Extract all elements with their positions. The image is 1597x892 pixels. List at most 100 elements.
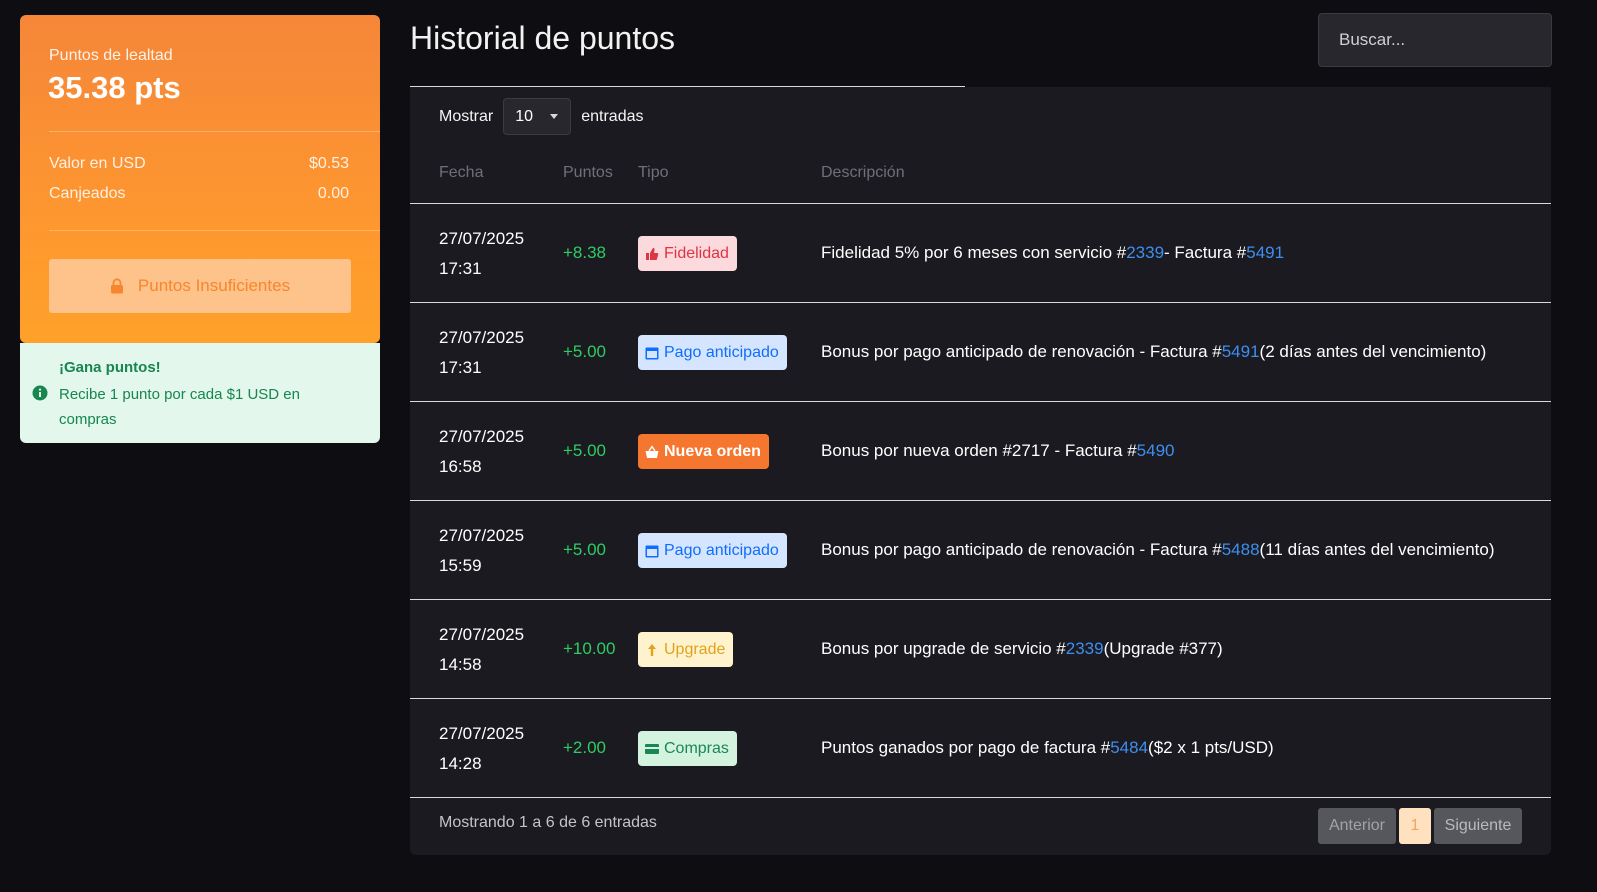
length-prefix: Mostrar [439, 107, 494, 125]
basket-icon [645, 444, 659, 459]
earn-points-box: ¡Gana puntos! Recibe 1 punto por cada $1… [20, 343, 380, 443]
column-header-type[interactable]: Tipo [638, 164, 669, 182]
date-cell: 27/07/2025 16:58 [439, 422, 524, 482]
entries-select-value: 10 [515, 107, 534, 125]
date-text: 27/07/2025 [439, 625, 525, 644]
service-or-invoice-link[interactable]: 5484 [1110, 738, 1148, 758]
points-cell: +5.00 [563, 342, 607, 361]
earn-text: Recibe 1 punto por cada $1 USD en compra… [59, 386, 300, 428]
info-circle-icon [32, 385, 48, 401]
type-badge: Nueva orden [638, 434, 769, 469]
points-cell: +2.00 [563, 738, 607, 757]
entries-select[interactable]: 10 [503, 98, 572, 135]
type-badge-label: Pago anticipado [664, 343, 779, 361]
usd-value-label: Valor en USD [49, 155, 146, 172]
redeemed-amount: 0.00 [317, 185, 349, 202]
description-text: (Upgrade #377) [1103, 639, 1223, 658]
description-cell: Bonus por pago anticipado de renovación … [821, 303, 1486, 401]
usd-value-row: Valor en USD $0.53 [49, 155, 349, 173]
description-text: Bonus por upgrade de servicio # [821, 639, 1066, 658]
pagination-next[interactable]: Siguiente [1434, 808, 1522, 844]
time-text: 17:31 [439, 358, 482, 377]
points-cell: +5.00 [563, 540, 607, 559]
table-info: Mostrando 1 a 6 de 6 entradas [439, 814, 657, 831]
table-row: 27/07/2025 15:59 +5.00 Pago anticipado B… [410, 501, 1551, 600]
type-badge: Pago anticipado [638, 335, 787, 370]
table-row: 27/07/2025 16:58 +5.00 Nueva orden Bonus… [410, 402, 1551, 501]
redeemed-label: Canjeados [49, 185, 126, 202]
time-text: 14:58 [439, 655, 482, 674]
pagination: Anterior 1 Siguiente [1318, 808, 1522, 844]
table-row: 27/07/2025 14:28 +2.00 Compras Puntos ga… [410, 699, 1551, 798]
redeemed-row: Canjeados 0.00 [49, 185, 349, 203]
date-text: 27/07/2025 [439, 427, 525, 446]
arrow-up-icon [645, 643, 659, 657]
table-row: 27/07/2025 17:31 +8.38 Fidelidad Fidelid… [410, 204, 1551, 303]
service-or-invoice-link[interactable]: 2339 [1066, 639, 1104, 659]
search-input[interactable] [1318, 13, 1552, 67]
time-text: 16:58 [439, 457, 482, 476]
description-text: Bonus por nueva orden #2717 - Factura # [821, 441, 1137, 460]
earn-title: ¡Gana puntos! [59, 359, 161, 376]
description-cell: Fidelidad 5% por 6 meses con servicio #2… [821, 204, 1284, 302]
service-or-invoice-link[interactable]: 5490 [1137, 441, 1175, 461]
type-badge-label: Nueva orden [664, 442, 761, 460]
length-suffix: entradas [581, 107, 644, 125]
type-badge: Compras [638, 731, 737, 766]
service-or-invoice-link[interactable]: 5488 [1222, 540, 1260, 560]
divider [49, 131, 380, 132]
service-or-invoice-link[interactable]: 2339 [1126, 243, 1164, 263]
points-cell: +5.00 [563, 441, 607, 460]
description-text: Bonus por pago anticipado de renovación … [821, 342, 1222, 361]
page-title: Historial de puntos [410, 20, 676, 56]
type-badge-label: Compras [664, 739, 729, 757]
entries-length-control: Mostrar 10 entradas [439, 98, 644, 135]
table-row: 27/07/2025 14:58 +10.00 Upgrade Bonus po… [410, 600, 1551, 699]
description-cell: Bonus por nueva orden #2717 - Factura #5… [821, 402, 1174, 500]
description-text: Fidelidad 5% por 6 meses con servicio # [821, 243, 1127, 262]
type-badge-label: Fidelidad [664, 244, 729, 262]
description-cell: Puntos ganados por pago de factura #5484… [821, 699, 1274, 797]
column-header-description[interactable]: Descripción [821, 164, 905, 182]
time-text: 15:59 [439, 556, 482, 575]
invoice-link[interactable]: 5491 [1246, 243, 1284, 263]
type-badge: Upgrade [638, 632, 734, 667]
service-or-invoice-link[interactable]: 5491 [1222, 342, 1260, 362]
description-cell: Bonus por upgrade de servicio #2339 (Upg… [821, 600, 1223, 698]
column-header-points[interactable]: Puntos [563, 164, 613, 182]
description-text: - Factura # [1164, 243, 1247, 262]
type-badge: Pago anticipado [638, 533, 787, 568]
calendar-icon [645, 346, 659, 360]
pagination-previous[interactable]: Anterior [1318, 808, 1396, 844]
chevron-down-icon [550, 114, 559, 119]
loyalty-card: Puntos de lealtad 35.38 pts Valor en USD… [20, 15, 380, 343]
redeem-button-label: Puntos Insuficientes [137, 276, 291, 295]
points-cell: +8.38 [563, 243, 607, 262]
description-cell: Bonus por pago anticipado de renovación … [821, 501, 1495, 599]
description-text: (2 días antes del vencimiento) [1259, 342, 1487, 361]
date-text: 27/07/2025 [439, 724, 525, 743]
description-text: ($2 x 1 pts/USD) [1148, 738, 1274, 757]
date-cell: 27/07/2025 15:59 [439, 521, 524, 581]
pagination-page-1[interactable]: 1 [1399, 808, 1431, 844]
divider [49, 230, 380, 231]
date-cell: 27/07/2025 17:31 [439, 323, 524, 383]
date-text: 27/07/2025 [439, 328, 525, 347]
thumbs-up-icon [645, 247, 659, 261]
description-text: Puntos ganados por pago de factura # [821, 738, 1111, 757]
credit-card-icon [645, 742, 659, 756]
points-history-panel: Mostrar 10 entradas Fecha Puntos Tipo De… [410, 87, 1551, 855]
loyalty-points: 35.38 pts [48, 70, 181, 105]
description-text: (11 días antes del vencimiento) [1259, 540, 1495, 559]
date-cell: 27/07/2025 17:31 [439, 224, 524, 284]
redeem-button[interactable]: Puntos Insuficientes [49, 259, 351, 313]
lock-icon [110, 278, 124, 294]
description-text: Bonus por pago anticipado de renovación … [821, 540, 1222, 559]
column-header-date[interactable]: Fecha [439, 164, 483, 182]
date-text: 27/07/2025 [439, 229, 525, 248]
date-cell: 27/07/2025 14:58 [439, 620, 524, 680]
type-badge-label: Pago anticipado [664, 541, 779, 559]
type-badge: Fidelidad [638, 236, 737, 271]
table-row: 27/07/2025 17:31 +5.00 Pago anticipado B… [410, 303, 1551, 402]
table-header: Fecha Puntos Tipo Descripción [410, 147, 1551, 204]
